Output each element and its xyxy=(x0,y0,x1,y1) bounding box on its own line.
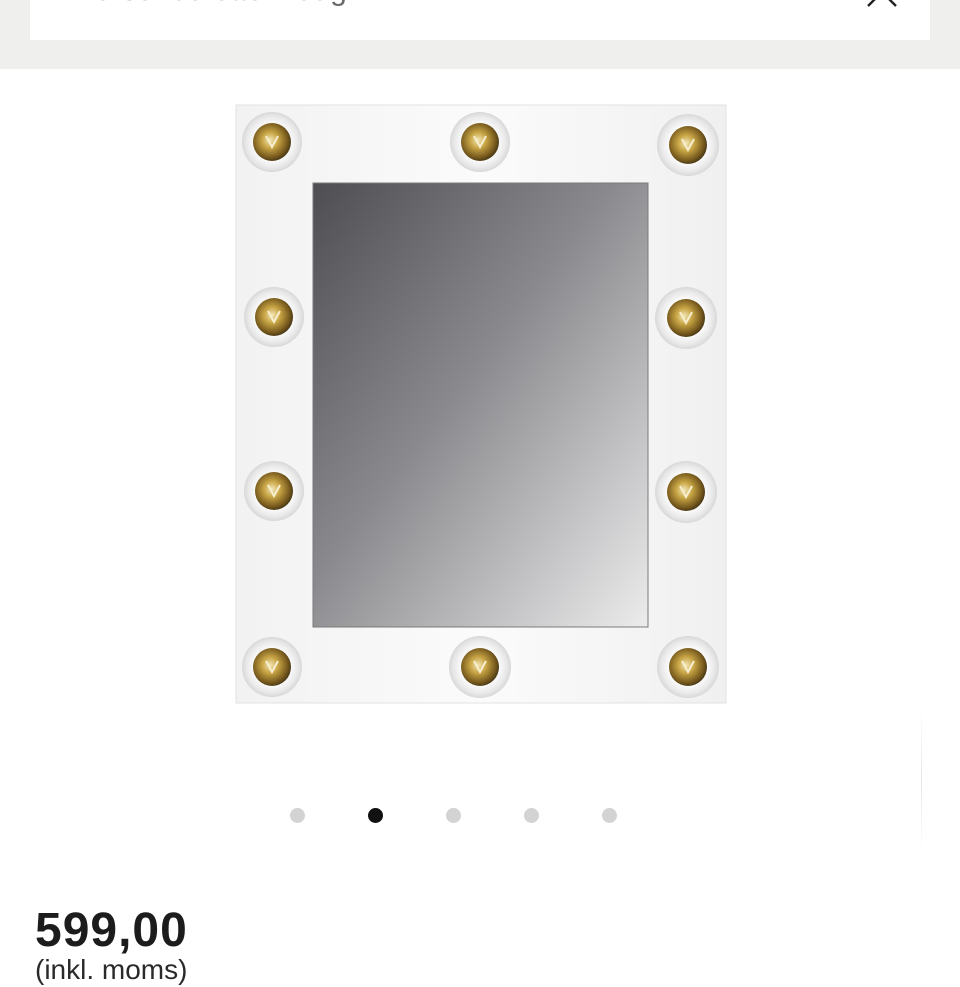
vat-note: (inkl. moms) xyxy=(35,954,188,985)
search-input-text[interactable]: Hva ser du etter i dag? xyxy=(60,0,364,8)
carousel-dot-1[interactable] xyxy=(290,808,305,823)
carousel-dot-2[interactable] xyxy=(368,808,383,823)
mirror-glass xyxy=(312,182,649,628)
carousel-dot-5[interactable] xyxy=(602,808,617,823)
search-field[interactable]: Hva ser du etter i dag? xyxy=(30,0,930,40)
header-band: Hva ser du etter i dag? xyxy=(0,0,960,69)
close-icon xyxy=(867,0,897,7)
product-price: 599,00 xyxy=(35,904,188,957)
clear-search-button[interactable] xyxy=(862,0,902,10)
carousel-dot-4[interactable] xyxy=(524,808,539,823)
carousel-dot-3[interactable] xyxy=(446,808,461,823)
product-image-carousel[interactable] xyxy=(0,69,960,859)
product-image xyxy=(235,104,727,704)
next-slide-edge xyxy=(921,705,922,855)
